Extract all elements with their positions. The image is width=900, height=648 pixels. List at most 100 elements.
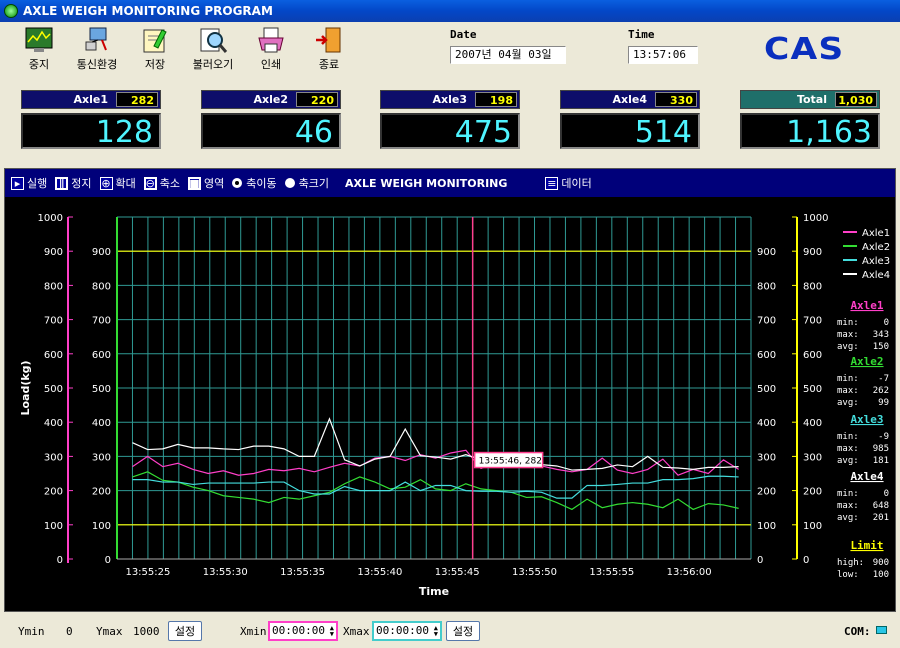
y-tick-label-inner-right: 0 [757, 555, 763, 566]
data-button[interactable]: ≡ 데이터 [545, 175, 592, 191]
y-tick-label-inner: 500 [92, 384, 111, 395]
stat-value: 181 [873, 456, 889, 466]
print-button[interactable]: 인쇄 [242, 26, 300, 74]
y-tick-label-left: 900 [44, 247, 63, 258]
cursor-tooltip: 13:55:46, 282 [479, 457, 542, 467]
axis-move-radio[interactable]: 축이동 [232, 175, 277, 191]
zoom-out-icon: ⊖ [143, 176, 157, 190]
y-tick-label-inner: 0 [105, 555, 111, 566]
monitor-icon [25, 27, 53, 52]
legend-label: Axle1 [862, 228, 890, 239]
limit-high-label: high: [837, 558, 864, 568]
axle4-header: Axle4 330 [560, 90, 700, 109]
y-tick-label-inner: 200 [92, 487, 111, 498]
axle1-big-value: 128 [21, 113, 161, 150]
stat-value: 201 [873, 513, 889, 523]
stat-value: -7 [878, 374, 889, 384]
bottom-bar: Ymin 0 Ymax 1000 설정 Xmin 00:00:00 ▲ ▼ Xmax… [0, 614, 900, 648]
y-tick-label-right: 0 [803, 555, 809, 566]
y-tick-label-left: 600 [44, 350, 63, 361]
series-line-axle3 [132, 475, 739, 499]
stat-label: avg: [837, 513, 859, 523]
y-set-button[interactable]: 설정 [168, 621, 202, 641]
limit-low-value: 100 [873, 570, 889, 580]
stat-value: 648 [873, 501, 889, 511]
stop-button[interactable]: 중지 [10, 26, 68, 74]
legend-label: Axle4 [862, 270, 890, 281]
total-header: Total 1,030 [740, 90, 880, 109]
limit-high-value: 900 [873, 558, 889, 568]
legend-label: Axle2 [862, 242, 890, 253]
axle3-small-value: 198 [475, 92, 517, 107]
area-button[interactable]: ■ 영역 [188, 175, 224, 191]
network-icon [85, 27, 107, 51]
xmax-time-input[interactable]: 00:00:00 ▲ ▼ [372, 621, 442, 641]
legend-label: Axle3 [862, 256, 890, 267]
xmin-label: Xmin [240, 625, 267, 638]
play-icon: ▸ [11, 176, 24, 190]
stat-label: min: [837, 432, 859, 442]
y-tick-label-right: 1000 [803, 213, 828, 224]
stat-value: 0 [884, 318, 889, 328]
stat-label: max: [837, 386, 859, 396]
total-small-value: 1,030 [835, 92, 877, 107]
x-tick-label: 13:56:00 [667, 567, 712, 578]
stat-label: max: [837, 444, 859, 454]
save-button[interactable]: 저장 [126, 26, 184, 74]
y-tick-label-left: 1000 [38, 213, 63, 224]
zoom-out-button[interactable]: ⊖ 축소 [143, 175, 180, 191]
y-tick-label-inner-right: 800 [757, 281, 776, 292]
ymax-label: Ymax [96, 625, 123, 638]
comm-settings-button[interactable]: 통신환경 [68, 26, 126, 74]
load-button[interactable]: 불러오기 [184, 26, 242, 74]
y-tick-label-right: 600 [803, 350, 822, 361]
y-tick-label-inner-right: 400 [757, 418, 776, 429]
save-icon [143, 29, 167, 53]
y-tick-label-right: 100 [803, 521, 822, 532]
axis-size-radio[interactable]: 축크기 [284, 175, 329, 191]
pause-button[interactable]: ǁ 정지 [55, 175, 92, 191]
ymin-label: Ymin [18, 625, 45, 638]
stat-value: 99 [878, 398, 889, 408]
radio-selected-icon [232, 178, 243, 188]
main-toolbar: 중지 통신환경 저장 불러오기 인쇄 종료 [10, 26, 358, 74]
axle2-big-value: 46 [201, 113, 341, 150]
stat-title: Axle4 [850, 470, 883, 483]
pause-icon: ǁ [55, 176, 69, 190]
stat-value: 262 [873, 386, 889, 396]
spinner-icon[interactable]: ▲ ▼ [434, 625, 438, 638]
y-tick-label-inner: 300 [92, 452, 111, 463]
xmax-label: Xmax [343, 625, 370, 638]
y-tick-label-right: 900 [803, 247, 822, 258]
y-tick-label-right: 500 [803, 384, 822, 395]
y-tick-label-inner: 100 [92, 521, 111, 532]
y-tick-label-inner-right: 900 [757, 247, 776, 258]
printer-icon [258, 27, 284, 53]
com-status-icon [876, 626, 887, 634]
y-tick-label-inner-right: 200 [757, 487, 776, 498]
load-chart[interactable]: 0 0 0 0 100 100 100 100 200 200 200 200 300 300 300 300… [5, 197, 895, 611]
stat-label: avg: [837, 398, 859, 408]
x-tick-label: 13:55:45 [435, 567, 480, 578]
x-set-button[interactable]: 설정 [446, 621, 480, 641]
app-icon [4, 4, 18, 18]
xmin-time-input[interactable]: 00:00:00 ▲ ▼ [268, 621, 338, 641]
y-tick-label-inner-right: 300 [757, 452, 776, 463]
limit-low-label: low: [837, 570, 859, 580]
x-tick-label: 13:55:30 [203, 567, 248, 578]
cas-logo: CAS [764, 32, 845, 67]
zoom-in-button[interactable]: ⊕ 확대 [99, 175, 136, 191]
magnifier-icon [200, 28, 228, 53]
x-tick-label: 13:55:50 [512, 567, 557, 578]
stat-value: -9 [878, 432, 889, 442]
exit-button[interactable]: 종료 [300, 26, 358, 74]
y-tick-label-inner: 600 [92, 350, 111, 361]
chart-panel: ▸ 실행 ǁ 정지 ⊕ 확대 ⊖ 축소 ■ 영역 축이동 축크기 AXLE WEIGH M… [4, 168, 896, 612]
stat-value: 0 [884, 489, 889, 499]
y-tick-label-left: 500 [44, 384, 63, 395]
x-tick-label: 13:55:25 [125, 567, 170, 578]
x-tick-label: 13:55:35 [280, 567, 325, 578]
date-value: 2007년 04월 03일 [450, 46, 566, 64]
spinner-icon[interactable]: ▲ ▼ [330, 625, 334, 638]
run-button[interactable]: ▸ 실행 [11, 175, 47, 191]
